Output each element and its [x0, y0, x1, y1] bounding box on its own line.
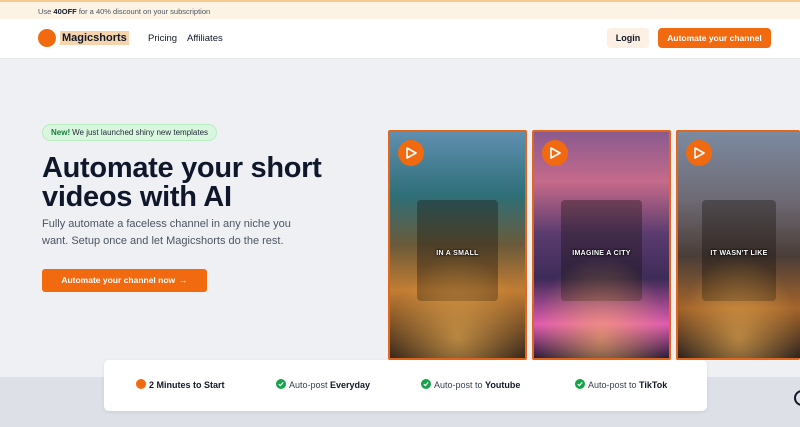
video-card-2[interactable]: IMAGINE A CITY	[532, 130, 671, 360]
video-card-3[interactable]: IT WASN'T LIKE	[676, 130, 800, 360]
badge-text: We just launched shiny new templates	[72, 128, 209, 137]
nav-link-affiliates[interactable]: Affiliates	[187, 33, 223, 44]
play-icon[interactable]	[398, 140, 424, 166]
video-caption: IMAGINE A CITY	[572, 250, 631, 257]
check-circle-icon	[276, 379, 286, 389]
video-thumbnail-glow	[678, 256, 800, 358]
feature-prefix: Auto-post to	[434, 380, 486, 390]
features-bar: 2 Minutes to Start Auto-post Everyday Au…	[104, 360, 707, 411]
feature-auto-post-everyday: Auto-post Everyday	[276, 379, 370, 390]
hero-subtitle: Fully automate a faceless channel in any…	[42, 218, 291, 247]
video-thumbnail-glow	[390, 256, 525, 358]
play-icon[interactable]	[686, 140, 712, 166]
top-navigation: Magicshorts Pricing Affiliates Login Aut…	[0, 19, 800, 59]
feature-label: Everyday	[330, 380, 371, 390]
feature-auto-post-youtube: Auto-post to Youtube	[421, 379, 520, 390]
check-circle-icon	[575, 379, 585, 389]
brand-name[interactable]: Magicshorts	[60, 31, 129, 45]
arrow-right-icon: →	[179, 275, 188, 285]
feature-auto-post-tiktok: Auto-post to TikTok	[575, 379, 667, 390]
video-thumbnail-glow	[534, 256, 669, 358]
video-caption: IN A SMALL	[436, 250, 479, 257]
logo-icon[interactable]	[38, 29, 56, 47]
video-card-1[interactable]: IN A SMALL	[388, 130, 527, 360]
video-caption: IT WASN'T LIKE	[710, 250, 768, 257]
automate-channel-button[interactable]: Automate your channel	[658, 28, 771, 48]
hero-title: Automate your short videos with AI	[42, 152, 322, 213]
announcement-badge[interactable]: New! We just launched shiny new templates	[42, 124, 218, 141]
hero-cta-label: Automate your channel now	[61, 275, 176, 285]
login-button[interactable]: Login	[607, 28, 649, 48]
feature-label: TikTok	[639, 380, 668, 390]
feature-prefix: Auto-post to	[588, 380, 640, 390]
check-circle-icon	[421, 379, 431, 389]
play-icon[interactable]	[542, 140, 568, 166]
promo-suffix: for a 40% discount on your subscription	[76, 7, 211, 16]
feature-quick-start: 2 Minutes to Start	[136, 379, 225, 390]
promo-banner: Use 40OFF for a 40% discount on your sub…	[0, 0, 800, 19]
feature-prefix: Auto-post	[289, 380, 331, 390]
badge-new-label: New!	[51, 128, 71, 137]
feature-label: 2 Minutes to Start	[149, 380, 225, 390]
promo-prefix: Use	[38, 7, 54, 16]
clock-icon	[136, 379, 146, 389]
feature-label: Youtube	[485, 380, 521, 390]
promo-code: 40OFF	[53, 7, 77, 16]
automate-channel-now-button[interactable]: Automate your channel now →	[42, 269, 207, 292]
nav-link-pricing[interactable]: Pricing	[148, 33, 177, 44]
